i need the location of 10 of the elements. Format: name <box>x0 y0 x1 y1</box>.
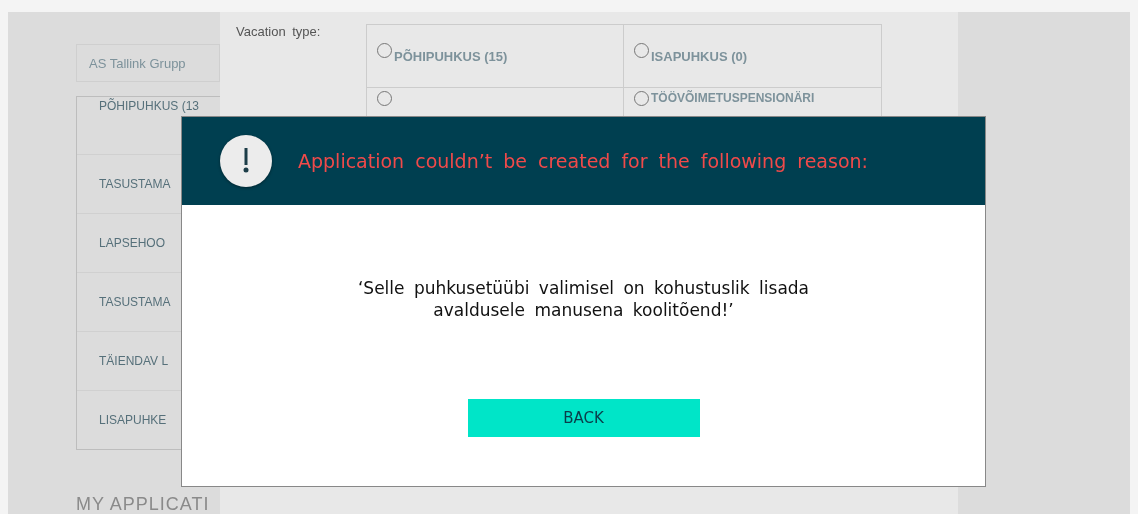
field-label: Vacation type: <box>236 24 322 39</box>
alert-icon <box>220 135 272 187</box>
back-button[interactable]: BACK <box>467 399 700 437</box>
option-label: TÖÖVÕIMETUSPENSIONÄRI <box>651 91 815 105</box>
dialog-message: ‘Selle puhkusetüübi valimisel on kohustuslik lisada avaldusele manusena koolitõend!’ <box>356 277 810 321</box>
option-label: ISAPUHKUS (0) <box>651 49 748 64</box>
company-name[interactable]: AS Tallink Grupp <box>76 44 220 82</box>
section-heading: MY APPLICATI <box>76 494 211 514</box>
option-label: PÕHIPUHKUS (15) <box>394 49 508 64</box>
dialog-title: Application couldn’t be created for the following reason: <box>298 150 868 172</box>
